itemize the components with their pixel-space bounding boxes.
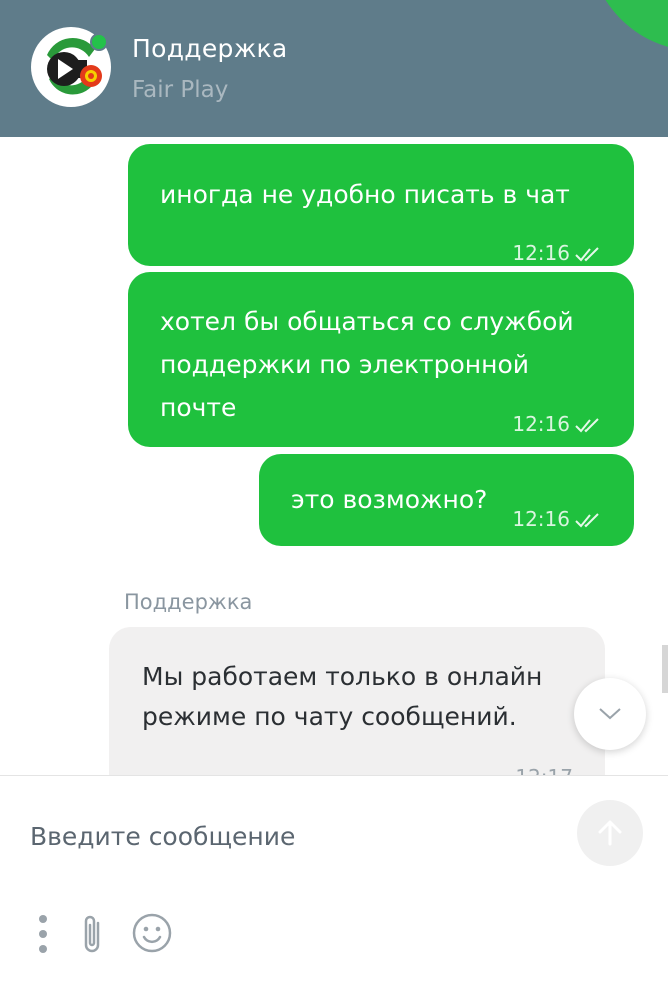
online-status-dot (90, 33, 108, 51)
message-meta: 12:16 (512, 403, 602, 446)
double-check-icon (575, 417, 599, 432)
message-time: 12:16 (512, 241, 570, 265)
smiley-icon (132, 913, 172, 953)
outgoing-message[interactable]: хотел бы общаться со службой поддержки п… (128, 272, 634, 447)
message-list[interactable]: иногда не удобно писать в чат 12:16 хоте… (0, 137, 668, 775)
message-composer (0, 776, 668, 986)
message-text: это возможно? (291, 485, 488, 514)
arrow-up-icon (598, 820, 622, 846)
scrollbar-thumb[interactable] (662, 645, 668, 693)
message-text: Мы работаем только в онлайн режиме по ча… (142, 657, 542, 737)
chat-subtitle: Fair Play (132, 77, 229, 103)
message-text: иногда не удобно писать в чат (160, 180, 570, 209)
message-time: 12:16 (512, 507, 570, 531)
message-meta: 12:16 (512, 498, 602, 541)
scroll-to-bottom-button[interactable] (574, 678, 646, 750)
message-time: 12:16 (512, 412, 570, 436)
paperclip-icon (84, 915, 100, 953)
double-check-icon (575, 512, 599, 527)
more-vertical-icon (39, 915, 47, 953)
chevron-down-icon (599, 708, 621, 720)
message-line: хотел бы общаться со службой (160, 307, 574, 336)
message-line: режиме по чату сообщений. (142, 702, 517, 731)
message-time: 12:17 (515, 757, 573, 775)
header-decoration (588, 0, 668, 69)
double-check-icon (575, 246, 599, 261)
sender-name: Поддержка (124, 590, 253, 614)
chat-title: Поддержка (132, 34, 288, 63)
message-input[interactable] (30, 816, 550, 856)
attach-file-button[interactable] (76, 911, 108, 959)
emoji-button[interactable] (130, 911, 174, 955)
more-options-button[interactable] (34, 911, 52, 957)
outgoing-message[interactable]: иногда не удобно писать в чат 12:16 (128, 144, 634, 266)
message-meta: 12:16 (512, 232, 602, 275)
outgoing-message[interactable]: это возможно? 12:16 (259, 454, 634, 546)
message-meta: 12:17 (515, 757, 573, 775)
incoming-message[interactable]: Мы работаем только в онлайн режиме по ча… (109, 627, 605, 775)
send-button[interactable] (577, 800, 643, 866)
message-line: Мы работаем только в онлайн (142, 662, 543, 691)
message-line: поддержки по электронной (160, 350, 530, 379)
chat-header: Поддержка Fair Play (0, 0, 668, 137)
